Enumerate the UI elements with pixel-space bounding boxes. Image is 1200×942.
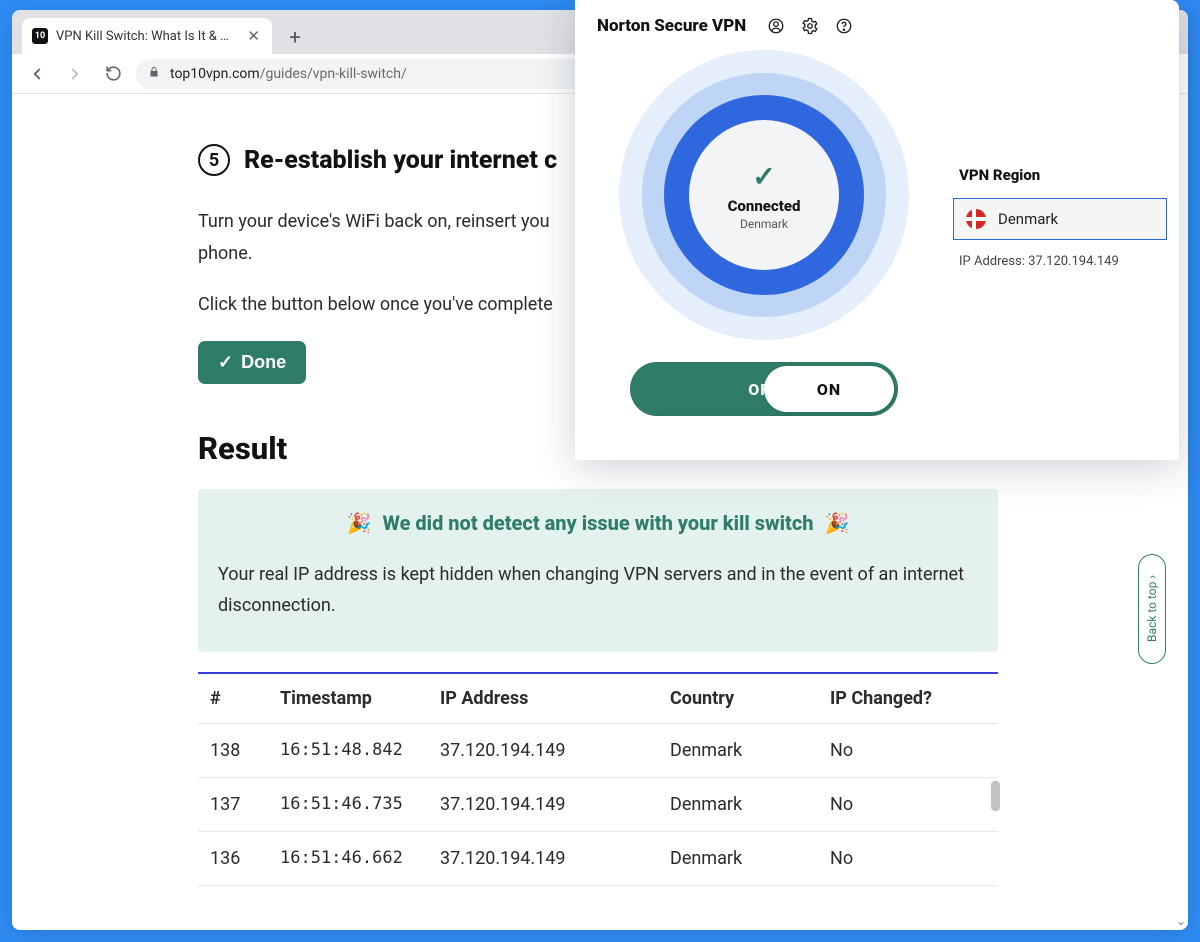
- result-table: # Timestamp IP Address Country IP Change…: [198, 672, 998, 886]
- nav-back-button[interactable]: [22, 59, 52, 89]
- col-ip: IP Address: [428, 673, 658, 724]
- col-country: Country: [658, 673, 818, 724]
- done-button[interactable]: ✓ Done: [198, 341, 306, 384]
- party-popper-icon: 🎉: [825, 511, 850, 535]
- settings-icon[interactable]: [800, 16, 820, 36]
- banner-title: 🎉 We did not detect any issue with your …: [218, 511, 978, 535]
- table-row: 136 16:51:46.662 37.120.194.149 Denmark …: [198, 831, 998, 885]
- col-timestamp: Timestamp: [268, 673, 428, 724]
- connected-check-icon: ✓: [728, 160, 801, 193]
- vpn-status-region: Denmark: [728, 217, 801, 231]
- vpn-header: Norton Secure VPN: [575, 0, 1179, 46]
- vpn-status-indicator: ✓ Connected Denmark: [619, 50, 909, 340]
- banner-body: Your real IP address is kept hidden when…: [218, 559, 978, 622]
- region-value: Denmark: [998, 210, 1058, 228]
- vpn-status-panel: ✓ Connected Denmark OFF ON: [575, 46, 953, 460]
- tab-title: VPN Kill Switch: What Is It & How: [56, 29, 237, 44]
- vpn-toggle[interactable]: OFF ON: [630, 362, 898, 416]
- table-scrollbar[interactable]: [991, 781, 1000, 811]
- vpn-window: Norton Secure VPN ✓ Connected Denmark: [575, 0, 1179, 460]
- vpn-status-text: Connected: [728, 197, 801, 215]
- table-row: 137 16:51:46.735 37.120.194.149 Denmark …: [198, 777, 998, 831]
- party-popper-icon: 🎉: [347, 511, 372, 535]
- help-icon[interactable]: [834, 16, 854, 36]
- region-selector[interactable]: Denmark: [953, 198, 1167, 240]
- tab-close-icon[interactable]: ✕: [245, 27, 262, 45]
- vpn-region-panel: VPN Region Denmark IP Address: 37.120.19…: [953, 46, 1179, 460]
- url-text: top10vpn.com/guides/vpn-kill-switch/: [170, 66, 407, 82]
- tab-favicon: 10: [32, 28, 48, 44]
- check-icon: ✓: [218, 352, 233, 373]
- region-label: VPN Region: [953, 166, 1179, 184]
- table-row: 138 16:51:48.842 37.120.194.149 Denmark …: [198, 723, 998, 777]
- account-icon[interactable]: [766, 16, 786, 36]
- ip-address-line: IP Address: 37.120.194.149: [953, 254, 1179, 269]
- page-scroll-corner-icon[interactable]: ⌄: [1176, 914, 1186, 928]
- new-tab-button[interactable]: +: [280, 22, 310, 52]
- flag-denmark-icon: [966, 209, 986, 229]
- nav-reload-button[interactable]: [98, 59, 128, 89]
- lock-icon: [148, 66, 160, 81]
- step-title: Re-establish your internet c: [244, 146, 557, 175]
- toggle-on-label: ON: [764, 366, 894, 412]
- col-num: #: [198, 673, 268, 724]
- back-to-top-button[interactable]: Back to top ›: [1138, 554, 1166, 664]
- nav-forward-button[interactable]: [60, 59, 90, 89]
- browser-tab[interactable]: 10 VPN Kill Switch: What Is It & How ✕: [22, 18, 272, 54]
- vpn-title: Norton Secure VPN: [597, 16, 746, 36]
- col-changed: IP Changed?: [818, 673, 998, 724]
- done-label: Done: [241, 352, 286, 373]
- step-number: 5: [198, 144, 230, 176]
- result-banner: 🎉 We did not detect any issue with your …: [198, 489, 998, 652]
- result-title: Result: [198, 430, 287, 467]
